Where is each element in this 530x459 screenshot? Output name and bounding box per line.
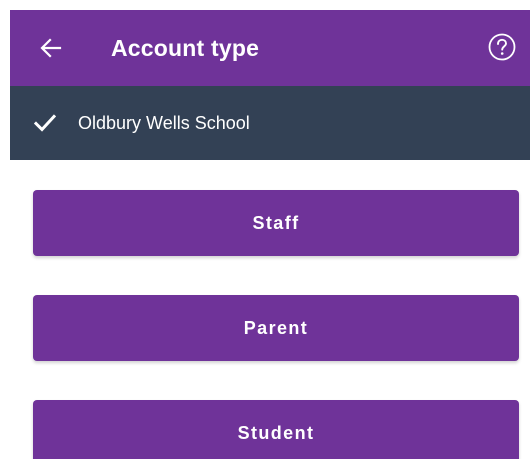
page-title: Account type [111,35,260,61]
back-button[interactable] [36,33,66,63]
parent-button[interactable]: Parent [33,295,519,361]
help-circle-icon [488,33,516,61]
selected-school-bar: Oldbury Wells School [10,86,530,160]
help-button[interactable] [487,32,517,62]
app-bar: Account type [10,10,530,86]
check-icon [34,114,56,132]
arrow-left-icon [40,38,62,58]
account-type-screen: Account type Oldbury Wells School Staff … [0,0,530,459]
school-name: Oldbury Wells School [78,113,250,133]
staff-button[interactable]: Staff [33,190,519,256]
student-button[interactable]: Student [33,400,519,459]
